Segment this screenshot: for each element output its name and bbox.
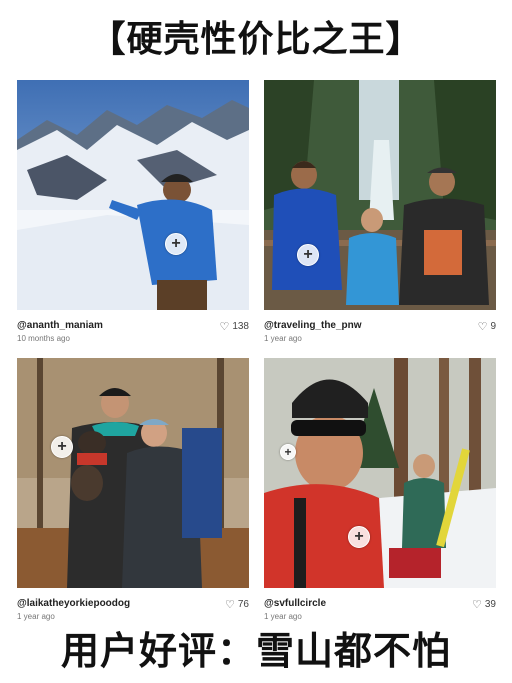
heart-icon: ♡ <box>219 321 230 333</box>
like-button[interactable]: ♡ 39 <box>472 598 496 611</box>
post-handle[interactable]: @traveling_the_pnw <box>264 320 362 331</box>
add-icon-3[interactable]: + <box>51 436 73 458</box>
bottom-banner: 用户好评：雪山都不怕 <box>60 629 451 673</box>
like-count: 76 <box>237 599 249 610</box>
add-icon-2[interactable]: + <box>297 244 319 266</box>
like-count: 9 <box>490 321 496 332</box>
post-photo-1[interactable] <box>17 80 249 310</box>
post-photo-4[interactable] <box>264 358 496 588</box>
add-icon-1[interactable]: + <box>165 233 187 255</box>
heart-icon: ♡ <box>225 599 235 611</box>
post-handle[interactable]: @svfullcircle <box>264 598 326 609</box>
post-time: 10 months ago <box>17 334 70 343</box>
add-icon-5[interactable]: + <box>280 444 296 460</box>
top-banner: 【硬壳性价比之王】 <box>89 19 423 60</box>
post-photo-3[interactable] <box>17 358 249 588</box>
like-count: 39 <box>484 599 496 610</box>
post-handle[interactable]: @ananth_maniam <box>17 320 103 331</box>
post-photo-2[interactable] <box>264 80 496 310</box>
heart-icon: ♡ <box>477 321 488 333</box>
post-time: 1 year ago <box>264 334 302 343</box>
like-count: 138 <box>232 321 249 332</box>
like-button[interactable]: ♡ 138 <box>219 320 249 333</box>
post-handle[interactable]: @laikatheyorkiepoodog <box>17 598 130 609</box>
like-button[interactable]: ♡ 76 <box>225 598 249 611</box>
heart-icon: ♡ <box>472 599 482 611</box>
like-button[interactable]: ♡ 9 <box>478 320 496 333</box>
add-icon-4[interactable]: + <box>348 526 370 548</box>
